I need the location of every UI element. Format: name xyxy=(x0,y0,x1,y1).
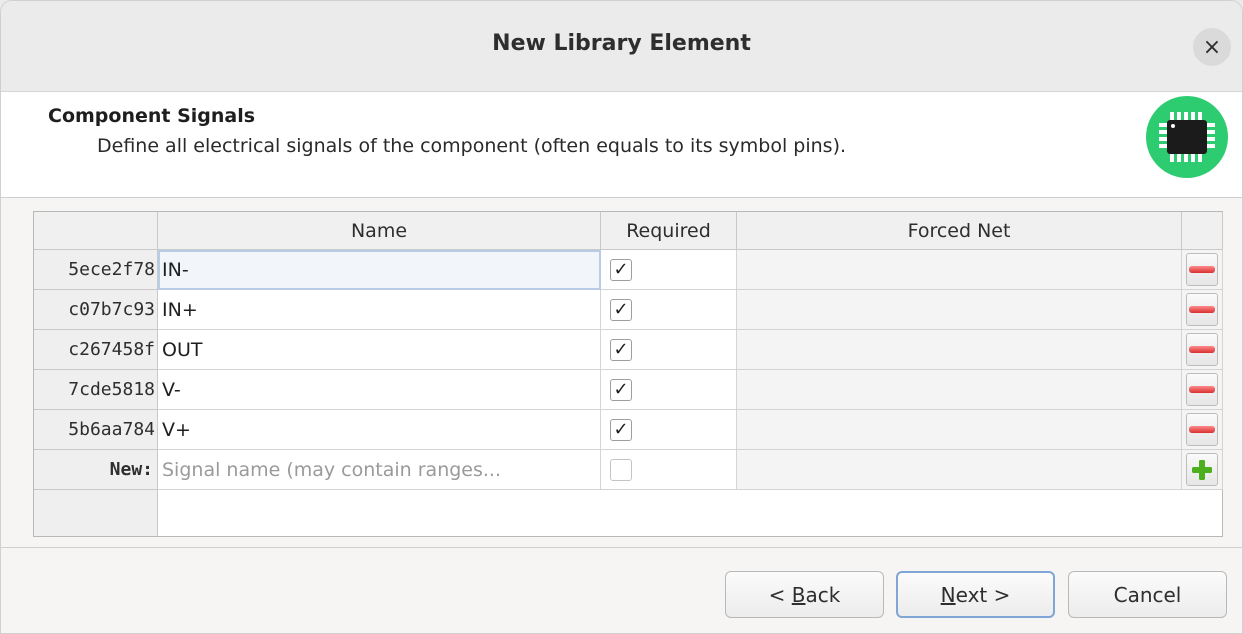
row-header-new: New: xyxy=(34,450,158,490)
signals-table: Name Required Forced Net 5ece2f78 IN- ✓ … xyxy=(33,211,1223,537)
signal-name: IN+ xyxy=(162,298,198,321)
new-forced-net-cell[interactable] xyxy=(737,450,1182,490)
required-cell: ✓ xyxy=(601,410,737,450)
forced-net-cell[interactable] xyxy=(737,250,1182,290)
signal-name: IN- xyxy=(162,258,189,281)
minus-icon xyxy=(1189,306,1215,313)
footer-separator xyxy=(1,547,1242,548)
column-header-forced-net[interactable]: Forced Net xyxy=(737,212,1182,250)
page-subtitle: Define all electrical signals of the com… xyxy=(97,135,847,157)
remove-signal-button[interactable] xyxy=(1186,413,1218,446)
remove-signal-button[interactable] xyxy=(1186,253,1218,286)
back-button-prefix: < xyxy=(768,582,792,607)
dialog-window: New Library Element × Component Signals … xyxy=(0,0,1243,634)
signal-name-cell[interactable]: IN- xyxy=(158,250,601,290)
remove-signal-button[interactable] xyxy=(1186,333,1218,366)
actions-cell xyxy=(1182,450,1223,490)
minus-icon xyxy=(1189,346,1215,353)
row-header-signal-id: 7cde5818 xyxy=(34,370,158,410)
row-header-signal-id: 5ece2f78 xyxy=(34,250,158,290)
next-button-rest: ext > xyxy=(955,582,1011,607)
close-icon: × xyxy=(1202,34,1222,60)
forced-net-cell[interactable] xyxy=(737,290,1182,330)
required-checkbox[interactable]: ✓ xyxy=(610,298,632,321)
actions-cell xyxy=(1182,410,1223,450)
next-button-mnemonic: N xyxy=(940,582,956,607)
forced-net-cell[interactable] xyxy=(737,330,1182,370)
required-checkbox[interactable]: ✓ xyxy=(610,378,632,401)
wizard-header: Component Signals Define all electrical … xyxy=(1,92,1242,198)
new-required-checkbox[interactable] xyxy=(610,458,632,481)
minus-icon xyxy=(1189,426,1215,433)
forced-net-cell[interactable] xyxy=(737,370,1182,410)
new-signal-name-input[interactable]: Signal name (may contain ranges... xyxy=(158,450,601,490)
column-header-actions xyxy=(1182,212,1223,250)
actions-cell xyxy=(1182,250,1223,290)
required-cell xyxy=(601,450,737,490)
signal-name: V+ xyxy=(162,418,191,441)
signal-name: V- xyxy=(162,378,181,401)
signal-name-cell[interactable]: IN+ xyxy=(158,290,601,330)
required-cell: ✓ xyxy=(601,370,737,410)
signal-name-cell[interactable]: V+ xyxy=(158,410,601,450)
close-button[interactable]: × xyxy=(1193,28,1231,66)
plus-icon xyxy=(1192,459,1212,480)
remove-signal-button[interactable] xyxy=(1186,293,1218,326)
cancel-button[interactable]: Cancel xyxy=(1068,571,1227,618)
back-button[interactable]: < Back xyxy=(725,571,884,618)
column-header-name[interactable]: Name xyxy=(158,212,601,250)
required-checkbox[interactable]: ✓ xyxy=(610,258,632,281)
chip-icon xyxy=(1146,96,1228,178)
signal-name: OUT xyxy=(162,338,203,361)
back-button-rest: ack xyxy=(805,582,841,607)
title-bar: New Library Element × xyxy=(1,1,1242,92)
new-signal-placeholder: Signal name (may contain ranges... xyxy=(162,458,502,481)
required-cell: ✓ xyxy=(601,290,737,330)
required-checkbox[interactable]: ✓ xyxy=(610,418,632,441)
add-signal-button[interactable] xyxy=(1186,453,1218,486)
required-cell: ✓ xyxy=(601,250,737,290)
table-empty-area xyxy=(34,490,158,536)
back-button-mnemonic: B xyxy=(791,582,806,607)
remove-signal-button[interactable] xyxy=(1186,373,1218,406)
next-button[interactable]: Next > xyxy=(896,571,1055,618)
required-cell: ✓ xyxy=(601,330,737,370)
forced-net-cell[interactable] xyxy=(737,410,1182,450)
table-corner xyxy=(34,212,158,250)
actions-cell xyxy=(1182,370,1223,410)
row-header-signal-id: 5b6aa784 xyxy=(34,410,158,450)
required-checkbox[interactable]: ✓ xyxy=(610,338,632,361)
actions-cell xyxy=(1182,290,1223,330)
actions-cell xyxy=(1182,330,1223,370)
signal-name-cell[interactable]: OUT xyxy=(158,330,601,370)
row-header-signal-id: c267458f xyxy=(34,330,158,370)
window-title: New Library Element xyxy=(492,31,751,56)
row-header-signal-id: c07b7c93 xyxy=(34,290,158,330)
column-header-required[interactable]: Required xyxy=(601,212,737,250)
page-title: Component Signals xyxy=(48,105,256,127)
minus-icon xyxy=(1189,266,1215,273)
minus-icon xyxy=(1189,386,1215,393)
signal-name-cell[interactable]: V- xyxy=(158,370,601,410)
